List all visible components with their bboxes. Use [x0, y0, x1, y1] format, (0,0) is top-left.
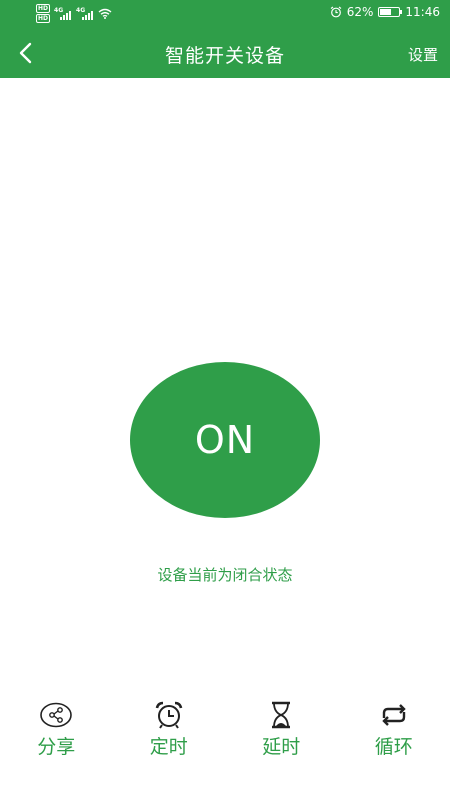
share-icon: [39, 700, 73, 730]
battery-percent: 62%: [346, 5, 374, 19]
timer-label: 定时: [149, 736, 188, 758]
repeat-icon: [377, 700, 411, 730]
battery-fill: [380, 9, 392, 15]
delay-button[interactable]: 延时: [225, 700, 338, 770]
alarm-clock-icon: [152, 700, 186, 730]
status-bar: HD HD 4G 4G 62% 11:46: [0, 0, 450, 28]
wifi-icon: [98, 8, 112, 19]
loop-label: 循环: [374, 736, 413, 758]
hd-badge: HD: [36, 4, 51, 13]
signal-icon: 4G: [54, 7, 72, 20]
share-button[interactable]: 分享: [0, 700, 113, 770]
alarm-icon: [330, 6, 342, 18]
switch-state-label: ON: [194, 418, 256, 462]
share-label: 分享: [37, 736, 76, 758]
settings-button[interactable]: 设置: [408, 44, 438, 65]
status-right: 62% 11:46: [330, 5, 440, 19]
delay-label: 延时: [262, 736, 301, 758]
power-toggle-button[interactable]: ON: [130, 362, 320, 518]
timer-button[interactable]: 定时: [113, 700, 226, 770]
battery-icon: [378, 7, 403, 17]
clock: 11:46: [405, 5, 440, 19]
signal-icon: 4G: [76, 7, 94, 20]
device-status-text: 设备当前为闭合状态: [157, 566, 293, 584]
bottom-action-bar: 分享 定时 延时 循环: [0, 700, 450, 770]
hd-badge: HD: [36, 14, 51, 23]
page-title: 智能开关设备: [164, 45, 285, 67]
hd-indicator: HD HD: [36, 4, 51, 23]
app-header: 智能开关设备 设置: [0, 28, 450, 78]
status-left: HD HD 4G 4G: [36, 4, 112, 23]
loop-button[interactable]: 循环: [338, 700, 450, 770]
hourglass-icon: [264, 700, 298, 730]
